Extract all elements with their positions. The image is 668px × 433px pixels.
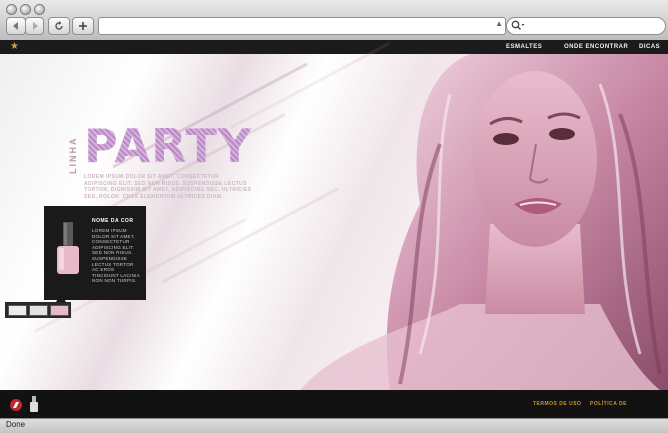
footer-link-politica[interactable]: POLÍTICA DE PRIVACIDADE	[590, 390, 668, 418]
reload-icon	[55, 21, 63, 30]
nav-esmaltes[interactable]: ESMALTES	[506, 40, 542, 54]
popup-text: LOREM IPSUM DOLOR SIT AMET, CONSECTETUR …	[92, 228, 140, 284]
minimize-window-button[interactable]	[20, 4, 31, 15]
site-top-nav: ★ ESMALTES ONDE ENCONTRAR DICAS	[0, 40, 668, 54]
nav-dicas[interactable]: DICAS	[639, 40, 660, 54]
swatch-row	[5, 302, 71, 318]
site-footer: TERMOS DE USO POLÍTICA DE PRIVACIDADE	[0, 390, 668, 418]
web-page: ★ ESMALTES ONDE ENCONTRAR DICAS LINHA PA…	[0, 40, 668, 418]
swatch-pink[interactable]	[50, 305, 69, 316]
magnifier-icon	[511, 20, 525, 31]
popup-pointer	[56, 294, 66, 302]
forward-icon	[32, 22, 38, 30]
hero-banner: LINHA PARTY LOREM IPSUM DOLOR SIT AMET, …	[0, 41, 668, 390]
back-button[interactable]	[6, 17, 26, 35]
color-popup: NOME DA COR LOREM IPSUM DOLOR SIT AMET, …	[44, 206, 146, 300]
zoom-window-button[interactable]	[34, 4, 45, 15]
search-field[interactable]	[506, 17, 666, 35]
swatch-white[interactable]	[8, 305, 27, 316]
status-bar: Done	[0, 418, 668, 433]
brand-logo-red-icon[interactable]	[10, 399, 22, 411]
address-dropdown-icon[interactable]: ▲	[495, 19, 503, 28]
model-portrait	[300, 54, 668, 390]
status-text: Done	[6, 420, 26, 429]
reload-button[interactable]	[48, 17, 70, 35]
back-icon	[13, 22, 18, 30]
footer-link-termos[interactable]: TERMOS DE USO	[533, 390, 581, 418]
swatch-light-grey[interactable]	[29, 305, 48, 316]
add-icon	[79, 22, 87, 30]
address-bar[interactable]: ▲	[98, 17, 506, 35]
close-window-button[interactable]	[6, 4, 17, 15]
popup-title: NOME DA COR	[92, 218, 134, 224]
add-bookmark-button[interactable]	[72, 17, 94, 35]
star-icon[interactable]: ★	[10, 40, 19, 54]
hero-title: PARTY	[84, 119, 253, 173]
nav-onde-encontrar[interactable]: ONDE ENCONTRAR	[564, 40, 628, 54]
hero-description: LOREM IPSUM DOLOR SIT AMET, CONSECTETUR …	[84, 174, 252, 200]
brand-logo-bottle-icon[interactable]	[29, 396, 39, 412]
forward-button[interactable]	[25, 17, 44, 35]
browser-toolbar: ▲	[0, 0, 668, 41]
nail-polish-bottle-icon	[57, 222, 79, 274]
